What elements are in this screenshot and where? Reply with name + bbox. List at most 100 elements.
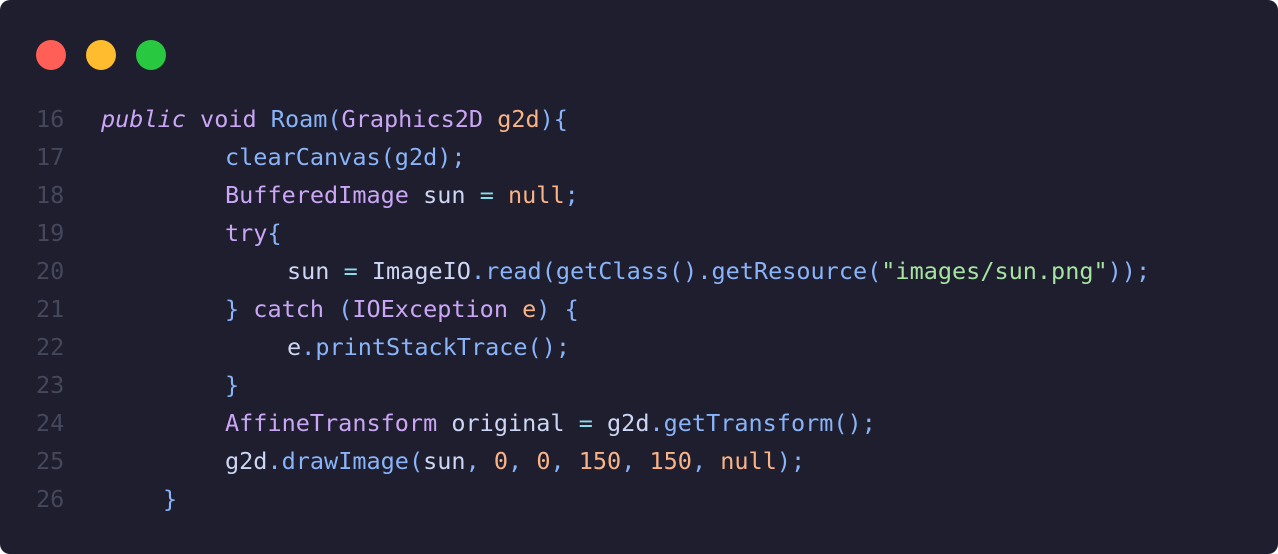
code-token: null xyxy=(508,181,565,209)
code-line: 16 public void Roam(Graphics2D g2d){ xyxy=(36,100,1150,138)
code-token: getTransform xyxy=(663,409,834,437)
code-text: sun = ImageIO.read(getClass().getResourc… xyxy=(101,252,1150,290)
code-token: public xyxy=(101,105,186,133)
code-token: e xyxy=(287,333,302,361)
code-line: 18 BufferedImage sun = null; xyxy=(36,176,1150,214)
code-token: getClass xyxy=(555,257,670,285)
code-text: clearCanvas(g2d); xyxy=(101,138,466,176)
line-number: 20 xyxy=(36,257,65,285)
code-token: original xyxy=(437,409,579,437)
code-token: sun xyxy=(408,181,480,209)
code-text: AffineTransform original = g2d.getTransf… xyxy=(101,404,876,442)
code-token: , xyxy=(465,447,494,475)
code-token: 0 xyxy=(493,447,509,475)
code-token: try xyxy=(225,219,268,247)
code-token: } xyxy=(225,295,254,323)
line-number: 23 xyxy=(36,371,65,399)
code-token: null xyxy=(720,447,777,475)
code-token: ( xyxy=(327,105,342,133)
code-token: ) { xyxy=(536,295,579,323)
code-token: . xyxy=(649,409,664,437)
code-token: , xyxy=(550,447,579,475)
line-number: 18 xyxy=(36,181,65,209)
code-text: } xyxy=(101,480,177,518)
code-token: , xyxy=(691,447,721,475)
code-text: public void Roam(Graphics2D g2d){ xyxy=(101,100,568,138)
code-token: = xyxy=(343,257,358,285)
code-window: 16 public void Roam(Graphics2D g2d){ 17 cle… xyxy=(0,0,1278,554)
line-number: 24 xyxy=(36,409,65,437)
code-token: = xyxy=(479,181,494,209)
code-line: 24 AffineTransform original = g2d.getTran… xyxy=(36,404,1150,442)
code-block: 16 public void Roam(Graphics2D g2d){ 17 cle… xyxy=(36,100,1150,518)
code-token: void xyxy=(200,105,257,133)
minimize-button[interactable] xyxy=(86,40,116,70)
code-token: read xyxy=(485,257,542,285)
code-token: Roam xyxy=(270,105,328,133)
code-line: 19 try{ xyxy=(36,214,1150,252)
code-text: e.printStackTrace(); xyxy=(101,328,570,366)
code-token: ImageIO xyxy=(357,257,471,285)
code-line: 25 g2d.drawImage(sun, 0, 0, 150, 150, nul… xyxy=(36,442,1150,480)
line-number: 21 xyxy=(36,295,65,323)
code-line: 20 sun = ImageIO.read(getClass().getResou… xyxy=(36,252,1150,290)
code-token: )); xyxy=(1107,257,1151,285)
code-token: (); xyxy=(833,409,876,437)
code-token: . xyxy=(470,257,486,285)
code-token: } xyxy=(163,485,178,513)
code-token: g2d xyxy=(497,105,540,133)
code-token: 150 xyxy=(649,447,692,475)
code-token: , xyxy=(508,447,537,475)
code-token: drawImage xyxy=(281,447,409,475)
code-token: catch xyxy=(253,295,325,323)
code-token: (). xyxy=(669,257,712,285)
line-number: 19 xyxy=(36,219,65,247)
code-token: g2d xyxy=(592,409,650,437)
code-token: . xyxy=(267,447,282,475)
code-token: 150 xyxy=(578,447,622,475)
code-token: g2d xyxy=(394,143,438,171)
code-text: } catch (IOException e) { xyxy=(101,290,579,328)
code-token: (); xyxy=(527,333,570,361)
code-token: ); xyxy=(437,143,466,171)
code-token: ; xyxy=(564,181,579,209)
code-token: 0 xyxy=(536,447,551,475)
code-token: ( xyxy=(380,143,395,171)
code-token: ( xyxy=(408,447,424,475)
zoom-button[interactable] xyxy=(136,40,166,70)
code-token: , xyxy=(621,447,650,475)
code-token: } xyxy=(225,371,240,399)
code-text: BufferedImage sun = null; xyxy=(101,176,579,214)
code-token: Graphics2D xyxy=(341,105,484,133)
code-token: g2d xyxy=(225,447,268,475)
line-number: 17 xyxy=(36,143,65,171)
code-line: 22 e.printStackTrace(); xyxy=(36,328,1150,366)
code-line: 26} xyxy=(36,480,1150,518)
code-token: ( xyxy=(867,257,882,285)
code-token: ( xyxy=(324,295,353,323)
code-line: 23} xyxy=(36,366,1150,404)
code-token: { xyxy=(267,219,282,247)
code-token: "images/sun.png" xyxy=(881,257,1108,285)
line-number: 25 xyxy=(36,447,65,475)
code-token: ); xyxy=(776,447,806,475)
code-text: g2d.drawImage(sun, 0, 0, 150, 150, null)… xyxy=(101,442,805,480)
code-line: 21 } catch (IOException e) { xyxy=(36,290,1150,328)
code-line: 17 clearCanvas(g2d); xyxy=(36,138,1150,176)
code-token: BufferedImage xyxy=(225,181,409,209)
close-button[interactable] xyxy=(36,40,66,70)
code-token: ( xyxy=(541,257,556,285)
code-token: = xyxy=(578,409,593,437)
code-token: clearCanvas xyxy=(225,143,381,171)
code-text: try{ xyxy=(101,214,282,252)
line-number: 22 xyxy=(36,333,65,361)
code-token: printStackTrace xyxy=(315,333,528,361)
line-number: 26 xyxy=(36,485,65,513)
code-token: . xyxy=(301,333,316,361)
line-number: 16 xyxy=(36,105,65,133)
code-token: getResource xyxy=(711,257,868,285)
